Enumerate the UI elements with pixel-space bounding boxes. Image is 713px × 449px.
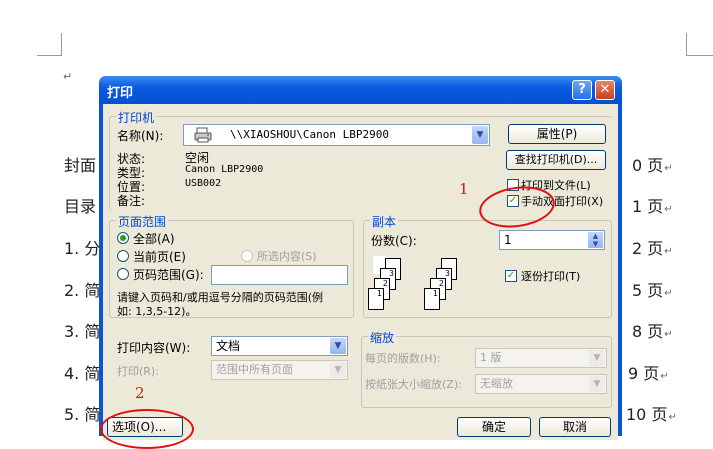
doc-line-page: 5 页↵ xyxy=(632,277,673,301)
doc-line-page: 9 页↵ xyxy=(628,360,669,384)
printer-name-value: \\XIAOSHOU\Canon LBP2900 xyxy=(230,128,389,141)
annotation-ellipse-options xyxy=(100,409,194,449)
printer-name-label: 名称(N): xyxy=(117,129,164,143)
type-value: Canon LBP2900 xyxy=(185,164,264,175)
page-number: 9 页 xyxy=(628,364,660,383)
pages-per-sheet-label: 每页的版数(H): xyxy=(365,352,441,365)
page-range-input[interactable] xyxy=(211,265,348,285)
page-number: 5 页 xyxy=(632,281,664,300)
paragraph-mark: ↵ xyxy=(660,371,669,382)
collate-checkbox[interactable]: ✓ xyxy=(505,270,517,282)
page-range-group-label: 页面范围 xyxy=(116,213,169,230)
paragraph-mark: ↵ xyxy=(664,329,673,340)
print-what-select[interactable]: 文档 ▼ xyxy=(211,336,348,356)
help-icon: ? xyxy=(578,82,586,97)
doc-line-label: 封面 xyxy=(64,156,97,175)
zoom-group-label: 缩放 xyxy=(368,329,397,346)
page-number: 2 页 xyxy=(632,239,664,258)
doc-line-label: 5. 简 xyxy=(64,405,101,424)
doc-line-label: 3. 简 xyxy=(64,322,101,341)
find-printer-button[interactable]: 查找打印机(D)... xyxy=(506,150,606,170)
comment-label: 备注: xyxy=(117,194,146,208)
print-dialog: 打印 ? ✕ 打印机 名称(N): \\XIAOSHOU\Canon LBP29… xyxy=(99,76,622,440)
range-pages-label[interactable]: 页码范围(G): xyxy=(133,266,204,283)
scale-value: 无缩放 xyxy=(480,377,513,390)
range-pages-radio[interactable] xyxy=(117,268,129,280)
doc-line-label: 2. 简 xyxy=(64,281,101,300)
collate-label[interactable]: 逐份打印(T) xyxy=(521,268,580,284)
range-selection-label[interactable]: 所选内容(S) xyxy=(257,248,317,264)
copies-group-label: 副本 xyxy=(370,213,399,230)
help-button[interactable]: ? xyxy=(572,80,592,100)
page-number: 1 页 xyxy=(632,197,664,216)
pages-per-sheet-select[interactable]: 1 版 ▼ xyxy=(475,348,607,368)
chevron-down-icon[interactable]: ▼ xyxy=(330,362,346,378)
range-all-label[interactable]: 全部(A) xyxy=(133,230,175,247)
page-number: 8 页 xyxy=(632,322,664,341)
page-range-hint-example: 如: 1,3,5-12)。 xyxy=(117,305,197,318)
ok-button[interactable]: 确定 xyxy=(457,417,531,437)
annotation-number-one: 1 xyxy=(459,180,469,198)
scale-label: 按纸张大小缩放(Z): xyxy=(365,378,462,391)
doc-line-page: 2 页↵ xyxy=(632,235,673,259)
copies-value: 1 xyxy=(504,233,512,247)
range-current-radio[interactable] xyxy=(117,250,129,262)
printer-group-label: 打印机 xyxy=(116,109,157,126)
copies-label: 份数(C): xyxy=(371,234,417,248)
copies-spinner[interactable]: 1 ▲ ▼ xyxy=(499,230,605,250)
scale-select[interactable]: 无缩放 ▼ xyxy=(475,374,607,394)
paragraph-mark: ↵ xyxy=(664,163,673,174)
dialog-title: 打印 xyxy=(107,86,134,101)
annotation-number-two: 2 xyxy=(135,384,145,402)
print-label: 打印(R): xyxy=(117,365,159,378)
crop-mark-left xyxy=(37,33,62,56)
doc-line-page: 1 页↵ xyxy=(632,193,673,217)
page-number: 10 页 xyxy=(626,405,668,424)
print-what-label: 打印内容(W): xyxy=(117,341,191,355)
chevron-down-icon[interactable]: ▼ xyxy=(330,338,346,354)
dialog-body: 打印机 名称(N): \\XIAOSHOU\Canon LBP2900 ▼ 属性… xyxy=(103,104,618,440)
range-all-radio[interactable] xyxy=(117,232,129,244)
doc-line-label: 1. 分 xyxy=(64,239,101,258)
doc-line-page: 8 页↵ xyxy=(632,318,673,342)
chevron-down-icon[interactable]: ▼ xyxy=(589,350,605,366)
paragraph-mark: ↵ xyxy=(63,70,73,83)
doc-line-page: 0 页↵ xyxy=(632,152,673,176)
paragraph-mark: ↵ xyxy=(664,246,673,257)
properties-button[interactable]: 属性(P) xyxy=(508,124,606,144)
crop-mark-right xyxy=(686,33,713,56)
page-number: 0 页 xyxy=(632,156,664,175)
print-what-value: 文档 xyxy=(216,339,241,353)
printer-icon xyxy=(194,127,212,143)
doc-line-label: 目录 xyxy=(64,197,97,216)
doc-line-page: 10 页↵ xyxy=(626,401,677,425)
paragraph-mark: ↵ xyxy=(664,204,673,215)
location-value: USB002 xyxy=(185,178,222,189)
paragraph-mark: ↵ xyxy=(668,412,677,423)
range-current-label[interactable]: 当前页(E) xyxy=(133,248,186,265)
doc-line-label: 4. 简 xyxy=(64,364,101,383)
zoom-group: 缩放 xyxy=(361,329,612,408)
print-value: 范围中所有页面 xyxy=(216,363,293,376)
printer-name-select[interactable]: \\XIAOSHOU\Canon LBP2900 ▼ xyxy=(183,124,490,146)
print-select[interactable]: 范围中所有页面 ▼ xyxy=(211,360,348,380)
close-button[interactable]: ✕ xyxy=(595,80,615,100)
spinner-arrows-icon[interactable]: ▲ ▼ xyxy=(588,232,603,248)
cancel-button[interactable]: 取消 xyxy=(539,417,611,437)
range-selection-radio[interactable] xyxy=(241,250,253,262)
close-icon: ✕ xyxy=(599,82,611,97)
collate-pages-icon: 3 2 1 3 2 1 xyxy=(368,256,493,312)
pages-per-sheet-value: 1 版 xyxy=(480,351,502,364)
chevron-down-icon[interactable]: ▼ xyxy=(589,376,605,392)
chevron-down-icon[interactable]: ▼ xyxy=(472,126,488,144)
dialog-title-bar[interactable]: 打印 ? ✕ xyxy=(99,76,622,104)
paragraph-mark: ↵ xyxy=(664,288,673,299)
